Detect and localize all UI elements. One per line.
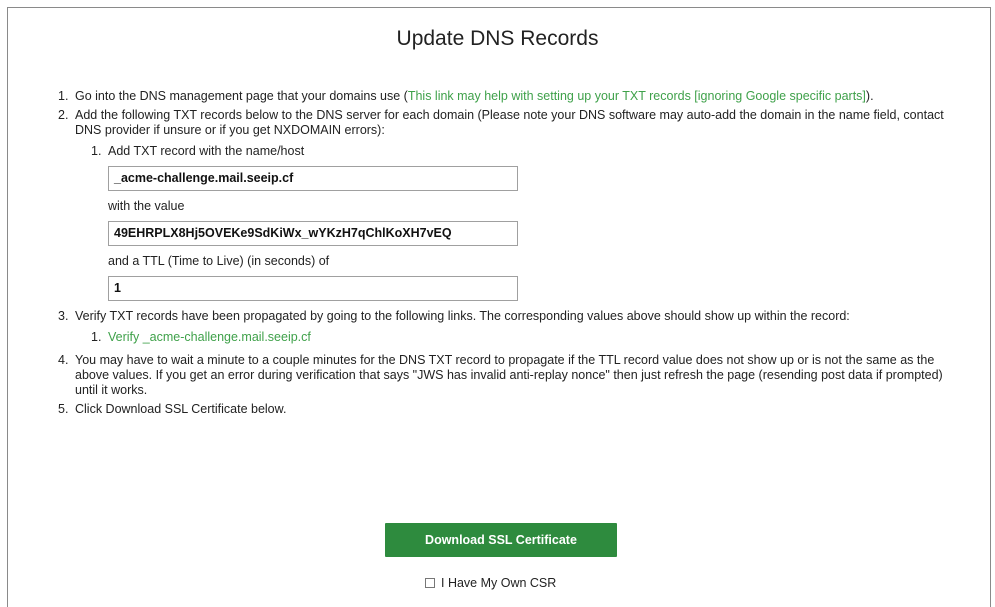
step-number: 1.	[58, 89, 69, 103]
verify-record-link[interactable]: Verify _acme-challenge.mail.seeip.cf	[108, 330, 311, 344]
step-text: Click Download SSL Certificate below.	[75, 402, 287, 416]
verify-link-number: 1.	[91, 330, 102, 344]
value-label: with the value	[108, 199, 185, 213]
step-1: 1. Go into the DNS management page that …	[58, 89, 963, 104]
record-value-field[interactable]: 49EHRPLX8Hj5OVEKe9SdKiWx_wYKzH7qChlKoXH7…	[108, 221, 518, 246]
step-2: 2. Add the following TXT records below t…	[58, 108, 963, 301]
step-text: Verify TXT records have been propagated …	[75, 309, 850, 323]
txt-record-item: 1. Add TXT record with the name/host _ac…	[91, 144, 963, 301]
step-4: 4. You may have to wait a minute to a co…	[58, 353, 963, 398]
own-csr-label[interactable]: I Have My Own CSR	[441, 576, 556, 590]
step-number: 5.	[58, 402, 69, 416]
step-text: Add the following TXT records below to t…	[75, 108, 944, 137]
step-text-suffix: ).	[865, 89, 874, 103]
step-3: 3. Verify TXT records have been propagat…	[58, 309, 963, 345]
instructions-list: 1. Go into the DNS management page that …	[58, 89, 963, 421]
ttl-label: and a TTL (Time to Live) (in seconds) of	[108, 254, 330, 268]
verify-link-item: 1. Verify _acme-challenge.mail.seeip.cf	[91, 330, 963, 345]
name-label: Add TXT record with the name/host	[108, 144, 305, 158]
download-ssl-certificate-button[interactable]: Download SSL Certificate	[385, 523, 617, 557]
step-number: 3.	[58, 309, 69, 323]
step-number: 2.	[58, 108, 69, 122]
step-number: 4.	[58, 353, 69, 367]
record-name-field[interactable]: _acme-challenge.mail.seeip.cf	[108, 166, 518, 191]
page-title: Update DNS Records	[396, 27, 599, 50]
step-text: Go into the DNS management page that you…	[75, 89, 408, 103]
step-5: 5. Click Download SSL Certificate below.	[58, 402, 963, 417]
record-ttl-field[interactable]: 1	[108, 276, 518, 301]
txt-records-help-link[interactable]: This link may help with setting up your …	[408, 89, 866, 103]
own-csr-option[interactable]: I Have My Own CSR	[425, 576, 556, 590]
own-csr-checkbox[interactable]	[425, 578, 435, 588]
step-text: You may have to wait a minute to a coupl…	[75, 353, 943, 397]
record-number: 1.	[91, 144, 102, 158]
